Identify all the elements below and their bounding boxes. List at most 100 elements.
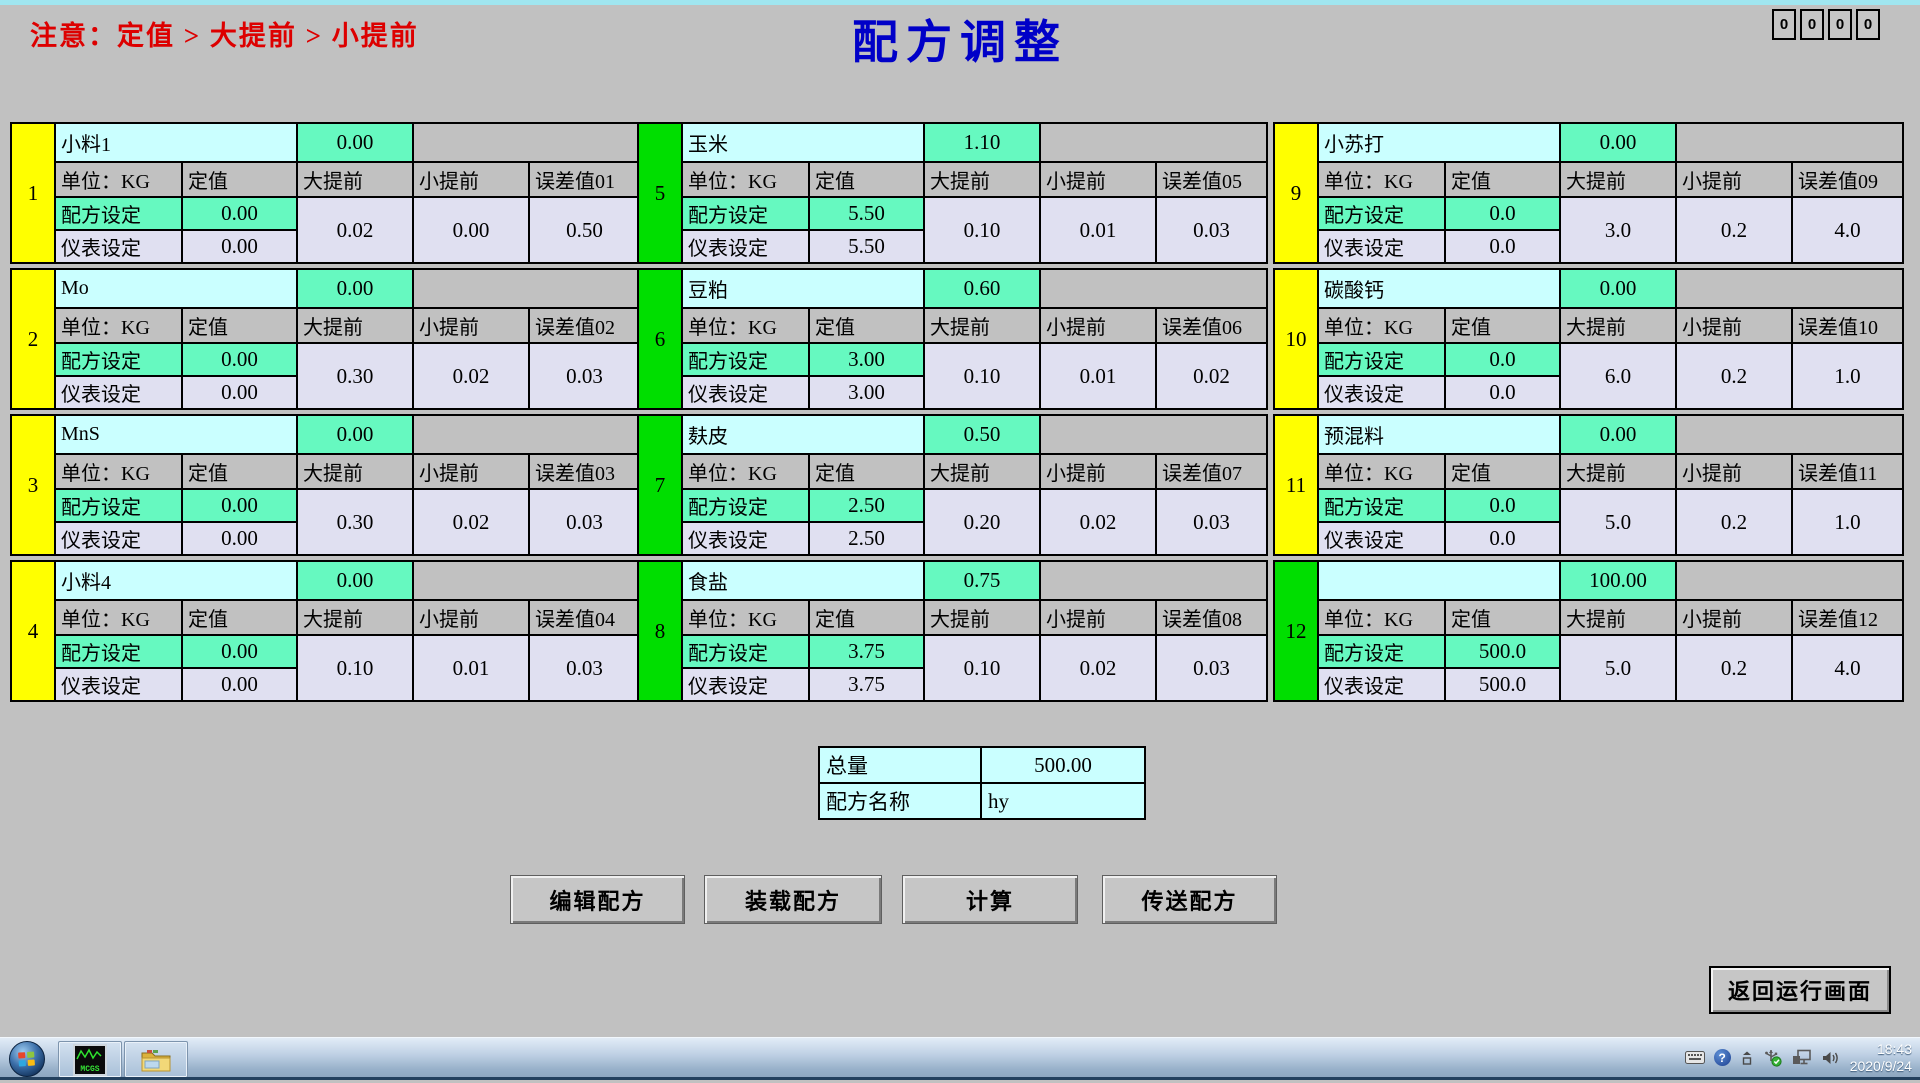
- big-advance-value[interactable]: 0.10: [924, 635, 1040, 701]
- small-advance-value[interactable]: 0.01: [1040, 343, 1156, 409]
- big-advance-value[interactable]: 6.0: [1560, 343, 1676, 409]
- big-advance-value[interactable]: 0.20: [924, 489, 1040, 555]
- send-recipe-button[interactable]: 传送配方: [1102, 875, 1277, 924]
- recipe-set-value[interactable]: 0.00: [182, 489, 297, 522]
- help-icon[interactable]: ?: [1714, 1049, 1731, 1066]
- setpoint-display[interactable]: 1.10: [924, 123, 1040, 162]
- setpoint-display[interactable]: 0.00: [297, 415, 413, 454]
- setpoint-display[interactable]: 0.00: [297, 269, 413, 308]
- big-advance-value[interactable]: 0.02: [297, 197, 413, 263]
- col-header-setvalue: 定值: [809, 308, 924, 343]
- panel-number: 1: [11, 123, 55, 263]
- recipe-set-value[interactable]: 3.00: [809, 343, 924, 376]
- col-header-setvalue: 定值: [182, 308, 297, 343]
- start-button[interactable]: [8, 1040, 46, 1078]
- big-advance-value[interactable]: 0.10: [924, 197, 1040, 263]
- error-value[interactable]: 0.03: [529, 343, 640, 409]
- recipe-set-value[interactable]: 0.00: [182, 197, 297, 230]
- keyboard-layout-icon[interactable]: [1685, 1051, 1705, 1064]
- recipe-set-value[interactable]: 0.0: [1445, 489, 1560, 522]
- meter-set-value: 500.0: [1445, 668, 1560, 701]
- small-advance-value[interactable]: 0.02: [413, 343, 529, 409]
- setpoint-display[interactable]: 0.50: [924, 415, 1040, 454]
- setpoint-display[interactable]: 0.60: [924, 269, 1040, 308]
- setpoint-display[interactable]: 0.00: [1560, 269, 1676, 308]
- small-advance-value[interactable]: 0.02: [1040, 489, 1156, 555]
- total-weight-value[interactable]: 500.00: [981, 747, 1145, 783]
- network-status-icon[interactable]: [1792, 1049, 1813, 1066]
- big-advance-value[interactable]: 0.10: [297, 635, 413, 701]
- small-advance-value[interactable]: 0.2: [1676, 197, 1792, 263]
- error-value[interactable]: 1.0: [1792, 343, 1903, 409]
- error-value[interactable]: 0.03: [529, 635, 640, 701]
- small-advance-value[interactable]: 0.2: [1676, 635, 1792, 701]
- error-value[interactable]: 4.0: [1792, 197, 1903, 263]
- status-counters: 0 0 0 0: [1772, 9, 1880, 40]
- recipe-set-label: 配方设定: [1318, 635, 1445, 668]
- error-value[interactable]: 4.0: [1792, 635, 1903, 701]
- small-advance-value[interactable]: 0.01: [1040, 197, 1156, 263]
- taskbar-clock[interactable]: 18:43 2020/9/24: [1850, 1041, 1912, 1075]
- small-advance-value[interactable]: 0.2: [1676, 343, 1792, 409]
- col-header-big-advance: 大提前: [1560, 600, 1676, 635]
- small-advance-value[interactable]: 0.02: [1040, 635, 1156, 701]
- small-advance-value[interactable]: 0.2: [1676, 489, 1792, 555]
- recipe-panel-4: 4 小料4 0.00 单位：KG 定值 大提前 小提前 误差值04 配方设定 0…: [10, 560, 641, 702]
- volume-icon[interactable]: [1822, 1050, 1841, 1066]
- setpoint-display[interactable]: 0.75: [924, 561, 1040, 600]
- recipe-set-value[interactable]: 3.75: [809, 635, 924, 668]
- recipe-set-value[interactable]: 0.00: [182, 343, 297, 376]
- col-header-small-advance: 小提前: [413, 600, 529, 635]
- calculate-button[interactable]: 计算: [902, 875, 1078, 924]
- panel-number: 6: [638, 269, 682, 409]
- load-recipe-button[interactable]: 装载配方: [704, 875, 882, 924]
- big-advance-value[interactable]: 5.0: [1560, 635, 1676, 701]
- error-value[interactable]: 0.03: [529, 489, 640, 555]
- big-advance-value[interactable]: 0.10: [924, 343, 1040, 409]
- setpoint-display[interactable]: 0.00: [297, 561, 413, 600]
- small-advance-value[interactable]: 0.01: [413, 635, 529, 701]
- recipe-set-value[interactable]: 0.00: [182, 635, 297, 668]
- recipe-set-value[interactable]: 0.0: [1445, 197, 1560, 230]
- back-to-run-screen-button[interactable]: 返回运行画面: [1709, 966, 1891, 1014]
- recipe-set-value[interactable]: 5.50: [809, 197, 924, 230]
- panel-number: 8: [638, 561, 682, 701]
- ingredient-name: 碳酸钙: [1318, 269, 1560, 308]
- counter-box: 0: [1856, 9, 1880, 40]
- recipe-set-label: 配方设定: [682, 197, 809, 230]
- small-advance-value[interactable]: 0.02: [413, 489, 529, 555]
- recipe-set-label: 配方设定: [55, 489, 182, 522]
- big-advance-value[interactable]: 3.0: [1560, 197, 1676, 263]
- error-value[interactable]: 0.03: [1156, 197, 1267, 263]
- error-value[interactable]: 0.02: [1156, 343, 1267, 409]
- error-value[interactable]: 0.03: [1156, 635, 1267, 701]
- small-advance-value[interactable]: 0.00: [413, 197, 529, 263]
- col-header-small-advance: 小提前: [1040, 162, 1156, 197]
- counter-box: 0: [1828, 9, 1852, 40]
- recipe-panel-9: 9 小苏打 0.00 单位：KG 定值 大提前 小提前 误差值09 配方设定 0…: [1273, 122, 1904, 264]
- setpoint-display[interactable]: 100.00: [1560, 561, 1676, 600]
- col-header-setvalue: 定值: [809, 454, 924, 489]
- edit-recipe-button[interactable]: 编辑配方: [510, 875, 685, 924]
- recipe-set-value[interactable]: 500.0: [1445, 635, 1560, 668]
- error-value[interactable]: 1.0: [1792, 489, 1903, 555]
- recipe-name-value[interactable]: hy: [981, 783, 1145, 819]
- taskbar-app-explorer[interactable]: [124, 1041, 188, 1078]
- recipe-set-value[interactable]: 2.50: [809, 489, 924, 522]
- usb-device-icon[interactable]: [1763, 1048, 1783, 1067]
- error-value[interactable]: 0.03: [1156, 489, 1267, 555]
- setpoint-display[interactable]: 0.00: [297, 123, 413, 162]
- recipe-set-value[interactable]: 0.0: [1445, 343, 1560, 376]
- hidden-icons-expander-icon[interactable]: [1740, 1050, 1754, 1066]
- setpoint-display[interactable]: 0.00: [1560, 123, 1676, 162]
- error-value[interactable]: 0.50: [529, 197, 640, 263]
- panel-spacer: [1676, 415, 1903, 454]
- big-advance-value[interactable]: 0.30: [297, 489, 413, 555]
- big-advance-value[interactable]: 0.30: [297, 343, 413, 409]
- col-header-setvalue: 定值: [182, 600, 297, 635]
- taskbar-app-mcgs[interactable]: MCGS: [58, 1041, 122, 1078]
- recipe-set-label: 配方设定: [1318, 197, 1445, 230]
- setpoint-display[interactable]: 0.00: [1560, 415, 1676, 454]
- total-weight-label: 总量: [819, 747, 981, 783]
- big-advance-value[interactable]: 5.0: [1560, 489, 1676, 555]
